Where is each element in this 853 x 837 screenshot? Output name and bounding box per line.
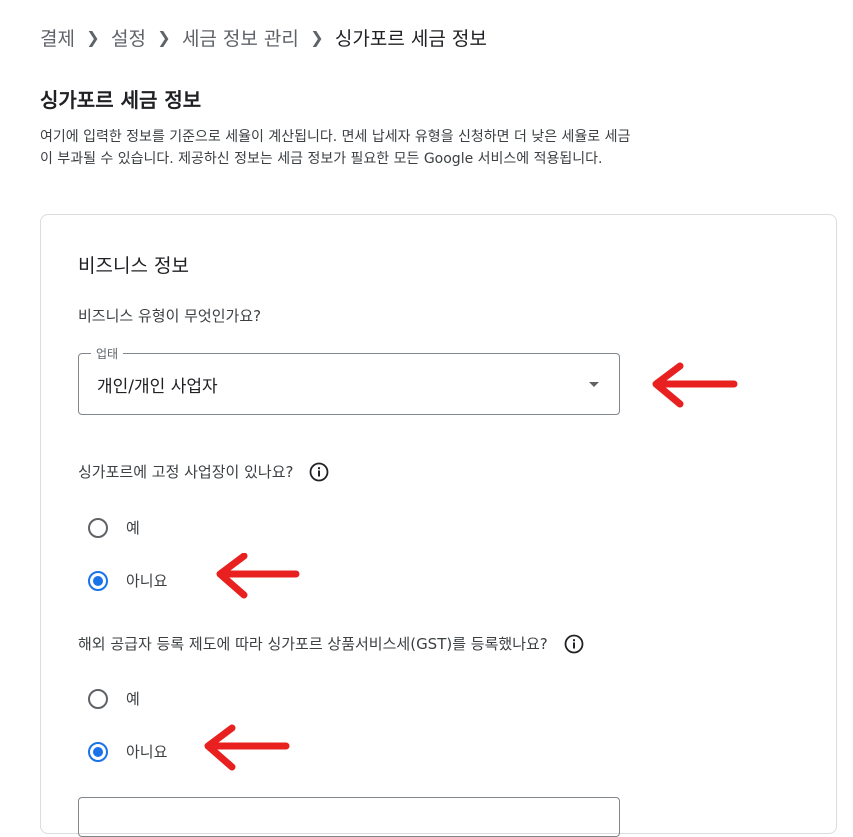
- breadcrumb-item-current: 싱가포르 세금 정보: [334, 28, 487, 50]
- info-icon[interactable]: [309, 462, 329, 482]
- annotation-arrow-icon: [216, 553, 300, 599]
- chevron-right-icon: ❯: [157, 28, 171, 47]
- gst-radio-yes[interactable]: 예: [88, 688, 140, 709]
- annotation-arrow-icon: [204, 724, 290, 771]
- info-icon[interactable]: [564, 634, 584, 654]
- fixed-establishment-radio-no[interactable]: 아니요: [88, 570, 167, 591]
- page-description: 여기에 입력한 정보를 기준으로 세율이 계산됩니다. 면세 납세자 유형을 신…: [40, 129, 631, 167]
- fixed-establishment-radio-yes[interactable]: 예: [88, 517, 140, 538]
- breadcrumb: 결제 ❯ 설정 ❯ 세금 정보 관리 ❯ 싱가포르 세금 정보: [40, 24, 487, 51]
- business-type-select[interactable]: 업태 개인/개인 사업자: [78, 345, 620, 415]
- gst-registration-question: 해외 공급자 등록 제도에 따라 싱가포르 상품서비스세(GST)를 등록했나요…: [78, 633, 584, 654]
- business-info-card: 비즈니스 정보 비즈니스 유형이 무엇인가요? 업태 개인/개인 사업자 싱가포…: [40, 214, 837, 837]
- radio-label: 예: [126, 690, 140, 708]
- radio-label: 아니요: [126, 743, 168, 761]
- fixed-establishment-question: 싱가포르에 고정 사업장이 있나요?: [78, 461, 329, 482]
- select-label: 업태: [91, 345, 124, 362]
- business-type-question: 비즈니스 유형이 무엇인가요?: [78, 305, 261, 326]
- chevron-right-icon: ❯: [86, 28, 100, 47]
- radio-button-selected[interactable]: [88, 570, 108, 591]
- next-field[interactable]: [78, 797, 620, 837]
- gst-registration-question-label: 해외 공급자 등록 제도에 따라 싱가포르 상품서비스세(GST)를 등록했나요…: [78, 635, 548, 653]
- select-value: 개인/개인 사업자: [97, 377, 218, 397]
- radio-button[interactable]: [88, 517, 108, 538]
- card-title: 비즈니스 정보: [78, 255, 189, 277]
- chevron-right-icon: ❯: [310, 28, 324, 47]
- fixed-establishment-question-label: 싱가포르에 고정 사업장이 있나요?: [78, 463, 294, 481]
- breadcrumb-item-tax-info[interactable]: 세금 정보 관리: [182, 24, 299, 51]
- radio-label: 아니요: [126, 572, 168, 590]
- radio-button-selected[interactable]: [88, 741, 108, 762]
- radio-button[interactable]: [88, 688, 108, 709]
- breadcrumb-item-billing[interactable]: 결제: [40, 24, 75, 51]
- gst-radio-no[interactable]: 아니요: [88, 741, 167, 762]
- radio-label: 예: [126, 519, 140, 537]
- breadcrumb-item-settings[interactable]: 설정: [111, 24, 146, 51]
- business-type-question-label: 비즈니스 유형이 무엇인가요?: [78, 307, 262, 325]
- dropdown-arrow-icon: [589, 382, 599, 387]
- page-title: 싱가포르 세금 정보: [40, 88, 202, 112]
- annotation-arrow-icon: [652, 362, 738, 408]
